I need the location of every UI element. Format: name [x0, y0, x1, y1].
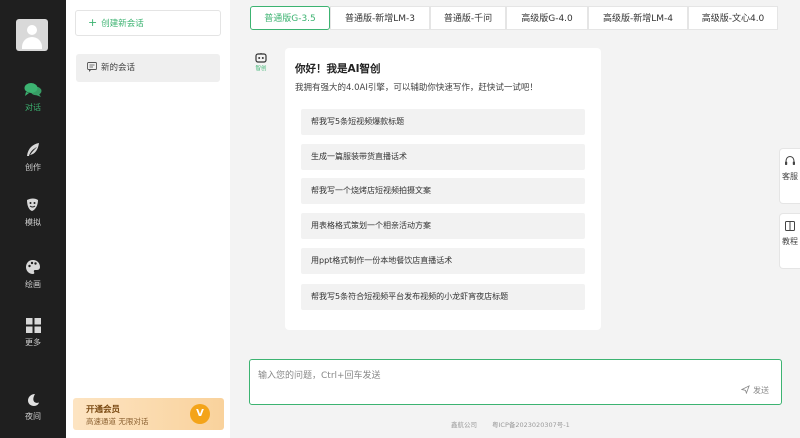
suggestion-item[interactable]: 帮我写5条符合短视频平台发布视频的小龙虾宵夜店标题 — [301, 284, 585, 310]
book-icon — [785, 221, 795, 231]
new-chat-button[interactable]: + 创建新会话 — [75, 10, 221, 36]
tab-model-4[interactable]: 高级版-新增LM-4 — [588, 6, 688, 30]
bot-avatar: 智创 — [251, 53, 271, 73]
moon-icon — [28, 394, 39, 406]
conversation-panel: + 创建新会话 新的会话 开通会员 高速通道 无限对话 V — [66, 0, 230, 438]
chat-bubbles-icon — [24, 83, 42, 97]
nav-item-create[interactable]: 创作 — [0, 142, 66, 192]
float-label: 教程 — [782, 237, 798, 246]
left-nav: 对话 创作 模拟 绘画 更多 夜间 — [0, 0, 66, 438]
send-label: 发送 — [753, 386, 769, 395]
nav-label: 夜间 — [25, 412, 41, 421]
float-label: 客服 — [782, 172, 798, 181]
suggestion-item[interactable]: 帮我写5条短视频爆款标题 — [301, 109, 585, 135]
avatar-head — [27, 25, 37, 35]
nav-item-night-mode[interactable]: 夜间 — [0, 393, 66, 438]
vip-title: 开通会员 — [86, 405, 121, 415]
tab-model-1[interactable]: 普通版-新增LM-3 — [330, 6, 430, 30]
suggestion-item[interactable]: 帮我写一个烧烤店短视频拍摄文案 — [301, 178, 585, 204]
tab-model-2[interactable]: 普通版-千问 — [430, 6, 506, 30]
send-button[interactable]: 发送 — [741, 385, 769, 396]
footer-icp[interactable]: 粤ICP备2023020307号-1 — [492, 419, 570, 429]
new-chat-label: 创建新会话 — [101, 19, 144, 29]
nav-item-more[interactable]: 更多 — [0, 318, 66, 368]
paper-plane-icon — [741, 385, 751, 395]
headset-icon — [785, 155, 795, 165]
bot-name-mark: 智创 — [255, 66, 267, 72]
nav-label: 绘画 — [25, 280, 41, 289]
nav-label: 创作 — [25, 163, 41, 172]
suggestion-item[interactable]: 用表格格式策划一个相亲活动方案 — [301, 213, 585, 239]
composer: 发送 — [249, 359, 782, 405]
customer-service-button[interactable]: 客服 — [779, 148, 800, 204]
nav-label: 模拟 — [25, 218, 41, 227]
nav-item-chat[interactable]: 对话 — [0, 82, 66, 132]
nav-label: 对话 — [25, 103, 41, 112]
welcome-message-card: 你好！我是AI智创 我拥有强大的4.0AI引擎，可以辅助你快速写作，赶快试一试吧… — [285, 48, 601, 330]
user-avatar[interactable] — [16, 19, 48, 51]
tab-model-0[interactable]: 普通版G-3.5 — [250, 6, 330, 30]
grid-icon — [25, 318, 41, 333]
footer-company[interactable]: 鑫航公司 — [451, 419, 477, 429]
plus-icon: + — [88, 16, 98, 29]
vip-badge-icon: V — [190, 404, 210, 424]
vip-subtitle: 高速通道 无限对话 — [86, 417, 149, 426]
palette-icon — [26, 260, 40, 274]
greeting-text: 你好！我是AI智创 — [295, 63, 381, 75]
conversation-title: 新的会话 — [101, 63, 136, 73]
question-input[interactable] — [258, 368, 698, 384]
nav-label: 更多 — [25, 338, 41, 347]
suggestion-item[interactable]: 生成一篇服装带货直播话术 — [301, 144, 585, 170]
nav-item-draw[interactable]: 绘画 — [0, 259, 66, 309]
vip-upgrade-banner[interactable]: 开通会员 高速通道 无限对话 V — [73, 398, 224, 430]
message-icon — [87, 62, 97, 72]
feather-icon — [27, 143, 39, 156]
tab-model-5[interactable]: 高级版-文心4.0 — [688, 6, 778, 30]
tutorial-button[interactable]: 教程 — [779, 213, 800, 269]
tab-model-3[interactable]: 高级版G-4.0 — [506, 6, 588, 30]
suggestion-item[interactable]: 用ppt格式制作一份本地餐饮店直播话术 — [301, 248, 585, 274]
masks-icon — [27, 198, 38, 211]
conversation-item[interactable]: 新的会话 — [76, 54, 220, 82]
intro-text: 我拥有强大的4.0AI引擎，可以辅助你快速写作，赶快试一试吧！ — [295, 83, 538, 93]
nav-item-simulate[interactable]: 模拟 — [0, 197, 66, 247]
avatar-body — [22, 37, 42, 49]
